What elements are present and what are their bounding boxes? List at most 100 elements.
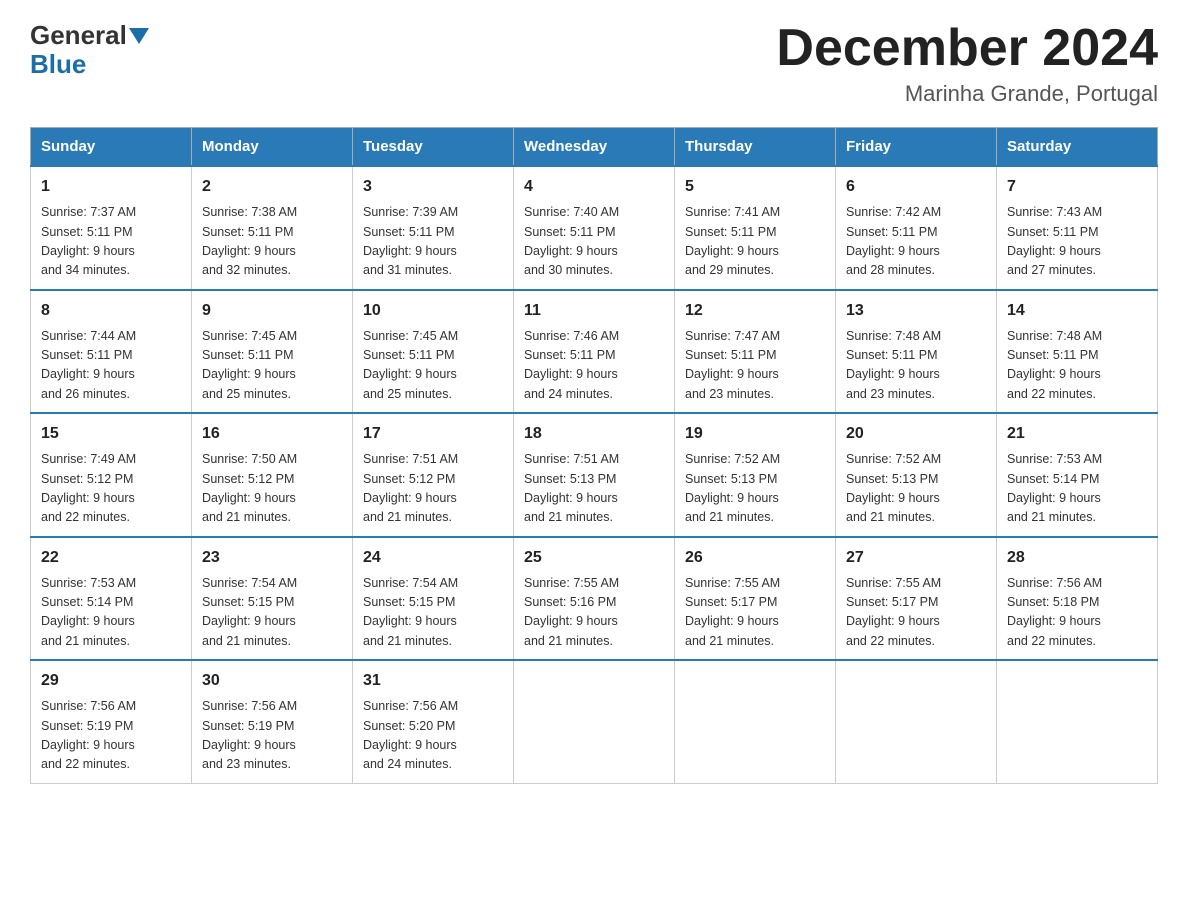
calendar-cell: 10 Sunrise: 7:45 AMSunset: 5:11 PMDayligh… [353, 290, 514, 414]
week-row-3: 15 Sunrise: 7:49 AMSunset: 5:12 PMDayligh… [31, 413, 1158, 537]
day-number: 4 [524, 175, 664, 199]
day-number: 25 [524, 546, 664, 570]
day-info: Sunrise: 7:39 AMSunset: 5:11 PMDaylight:… [363, 203, 503, 281]
calendar-cell: 5 Sunrise: 7:41 AMSunset: 5:11 PMDaylight… [675, 166, 836, 290]
day-info: Sunrise: 7:38 AMSunset: 5:11 PMDaylight:… [202, 203, 342, 281]
day-info: Sunrise: 7:54 AMSunset: 5:15 PMDaylight:… [202, 574, 342, 652]
day-number: 5 [685, 175, 825, 199]
col-monday: Monday [192, 128, 353, 167]
calendar-cell: 21Sunrise: 7:53 AMSunset: 5:14 PMDayligh… [997, 413, 1158, 537]
calendar-cell: 12 Sunrise: 7:47 AMSunset: 5:11 PMDayligh… [675, 290, 836, 414]
day-number: 17 [363, 422, 503, 446]
day-number: 23 [202, 546, 342, 570]
calendar-cell: 19 Sunrise: 7:52 AMSunset: 5:13 PMDayligh… [675, 413, 836, 537]
day-number: 18 [524, 422, 664, 446]
day-number: 10 [363, 299, 503, 323]
page-header: General Blue December 2024 Marinha Grand… [30, 20, 1158, 107]
day-number: 31 [363, 669, 503, 693]
week-row-1: 1 Sunrise: 7:37 AMSunset: 5:11 PMDaylight… [31, 166, 1158, 290]
day-info: Sunrise: 7:47 AMSunset: 5:11 PMDaylight:… [685, 327, 825, 405]
day-number: 29 [41, 669, 181, 693]
col-friday: Friday [836, 128, 997, 167]
day-number: 19 [685, 422, 825, 446]
day-number: 14 [1007, 299, 1147, 323]
day-info: Sunrise: 7:53 AMSunset: 5:14 PMDaylight:… [41, 574, 181, 652]
calendar-cell: 28Sunrise: 7:56 AMSunset: 5:18 PMDayligh… [997, 537, 1158, 661]
calendar-cell: 4 Sunrise: 7:40 AMSunset: 5:11 PMDaylight… [514, 166, 675, 290]
col-wednesday: Wednesday [514, 128, 675, 167]
calendar-cell: 29Sunrise: 7:56 AMSunset: 5:19 PMDayligh… [31, 660, 192, 783]
day-number: 12 [685, 299, 825, 323]
day-number: 26 [685, 546, 825, 570]
day-info: Sunrise: 7:55 AMSunset: 5:17 PMDaylight:… [846, 574, 986, 652]
day-info: Sunrise: 7:45 AMSunset: 5:11 PMDaylight:… [363, 327, 503, 405]
day-info: Sunrise: 7:46 AMSunset: 5:11 PMDaylight:… [524, 327, 664, 405]
main-title: December 2024 [776, 20, 1158, 77]
calendar-cell: 26Sunrise: 7:55 AMSunset: 5:17 PMDayligh… [675, 537, 836, 661]
col-thursday: Thursday [675, 128, 836, 167]
day-info: Sunrise: 7:42 AMSunset: 5:11 PMDaylight:… [846, 203, 986, 281]
week-row-4: 22 Sunrise: 7:53 AMSunset: 5:14 PMDayligh… [31, 537, 1158, 661]
day-info: Sunrise: 7:48 AMSunset: 5:11 PMDaylight:… [1007, 327, 1147, 405]
calendar-cell: 11Sunrise: 7:46 AMSunset: 5:11 PMDayligh… [514, 290, 675, 414]
calendar-cell [675, 660, 836, 783]
calendar-cell: 20 Sunrise: 7:52 AMSunset: 5:13 PMDayligh… [836, 413, 997, 537]
calendar-cell: 3 Sunrise: 7:39 AMSunset: 5:11 PMDaylight… [353, 166, 514, 290]
day-info: Sunrise: 7:51 AMSunset: 5:12 PMDaylight:… [363, 450, 503, 528]
day-number: 6 [846, 175, 986, 199]
calendar-cell: 14 Sunrise: 7:48 AMSunset: 5:11 PMDayligh… [997, 290, 1158, 414]
location-subtitle: Marinha Grande, Portugal [776, 81, 1158, 107]
calendar-cell: 16 Sunrise: 7:50 AMSunset: 5:12 PMDayligh… [192, 413, 353, 537]
day-info: Sunrise: 7:56 AMSunset: 5:20 PMDaylight:… [363, 697, 503, 775]
day-number: 30 [202, 669, 342, 693]
day-number: 16 [202, 422, 342, 446]
day-info: Sunrise: 7:56 AMSunset: 5:19 PMDaylight:… [202, 697, 342, 775]
calendar-cell: 27Sunrise: 7:55 AMSunset: 5:17 PMDayligh… [836, 537, 997, 661]
calendar-cell: 9Sunrise: 7:45 AMSunset: 5:11 PMDaylight… [192, 290, 353, 414]
day-info: Sunrise: 7:50 AMSunset: 5:12 PMDaylight:… [202, 450, 342, 528]
day-number: 24 [363, 546, 503, 570]
logo-blue-text: Blue [30, 49, 86, 80]
day-info: Sunrise: 7:41 AMSunset: 5:11 PMDaylight:… [685, 203, 825, 281]
logo-text: General [30, 20, 149, 51]
logo-general-text: General [30, 20, 127, 51]
day-number: 7 [1007, 175, 1147, 199]
calendar-cell: 24 Sunrise: 7:54 AMSunset: 5:15 PMDayligh… [353, 537, 514, 661]
day-info: Sunrise: 7:52 AMSunset: 5:13 PMDaylight:… [685, 450, 825, 528]
calendar-cell: 23 Sunrise: 7:54 AMSunset: 5:15 PMDayligh… [192, 537, 353, 661]
day-info: Sunrise: 7:49 AMSunset: 5:12 PMDaylight:… [41, 450, 181, 528]
day-number: 22 [41, 546, 181, 570]
calendar-cell: 7Sunrise: 7:43 AMSunset: 5:11 PMDaylight… [997, 166, 1158, 290]
calendar-cell: 8Sunrise: 7:44 AMSunset: 5:11 PMDaylight… [31, 290, 192, 414]
calendar-cell: 1 Sunrise: 7:37 AMSunset: 5:11 PMDaylight… [31, 166, 192, 290]
day-number: 9 [202, 299, 342, 323]
day-number: 15 [41, 422, 181, 446]
day-number: 3 [363, 175, 503, 199]
day-info: Sunrise: 7:54 AMSunset: 5:15 PMDaylight:… [363, 574, 503, 652]
day-info: Sunrise: 7:51 AMSunset: 5:13 PMDaylight:… [524, 450, 664, 528]
calendar-cell: 25Sunrise: 7:55 AMSunset: 5:16 PMDayligh… [514, 537, 675, 661]
day-info: Sunrise: 7:52 AMSunset: 5:13 PMDaylight:… [846, 450, 986, 528]
calendar-cell: 13Sunrise: 7:48 AMSunset: 5:11 PMDayligh… [836, 290, 997, 414]
day-info: Sunrise: 7:44 AMSunset: 5:11 PMDaylight:… [41, 327, 181, 405]
calendar-cell [514, 660, 675, 783]
day-number: 20 [846, 422, 986, 446]
calendar-cell [997, 660, 1158, 783]
calendar-cell: 30 Sunrise: 7:56 AMSunset: 5:19 PMDayligh… [192, 660, 353, 783]
col-sunday: Sunday [31, 128, 192, 167]
calendar-header-row: Sunday Monday Tuesday Wednesday Thursday… [31, 128, 1158, 167]
day-number: 28 [1007, 546, 1147, 570]
col-saturday: Saturday [997, 128, 1158, 167]
title-section: December 2024 Marinha Grande, Portugal [776, 20, 1158, 107]
logo: General Blue [30, 20, 149, 80]
calendar-cell: 18 Sunrise: 7:51 AMSunset: 5:13 PMDayligh… [514, 413, 675, 537]
day-info: Sunrise: 7:48 AMSunset: 5:11 PMDaylight:… [846, 327, 986, 405]
calendar-table: Sunday Monday Tuesday Wednesday Thursday… [30, 127, 1158, 784]
day-number: 1 [41, 175, 181, 199]
week-row-5: 29 Sunrise: 7:56 AMSunset: 5:19 PMDayligh… [31, 660, 1158, 783]
calendar-cell: 31 Sunrise: 7:56 AMSunset: 5:20 PMDayligh… [353, 660, 514, 783]
calendar-cell: 2Sunrise: 7:38 AMSunset: 5:11 PMDaylight… [192, 166, 353, 290]
day-info: Sunrise: 7:40 AMSunset: 5:11 PMDaylight:… [524, 203, 664, 281]
calendar-cell: 6 Sunrise: 7:42 AMSunset: 5:11 PMDaylight… [836, 166, 997, 290]
day-info: Sunrise: 7:37 AMSunset: 5:11 PMDaylight:… [41, 203, 181, 281]
